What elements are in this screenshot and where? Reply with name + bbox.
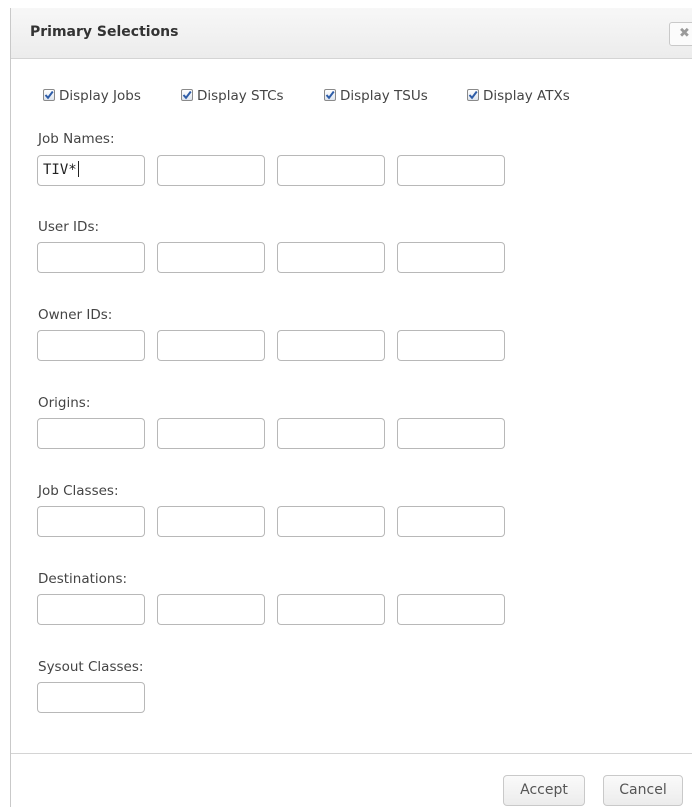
job-name-field-1-value: TIV*	[43, 162, 77, 178]
dialog-footer: Accept Cancel	[11, 753, 692, 807]
job-name-field-3[interactable]	[277, 155, 385, 186]
display-jobs-label: Display Jobs	[59, 88, 141, 104]
origin-field-3[interactable]	[277, 418, 385, 449]
user-id-field-2[interactable]	[157, 242, 265, 273]
origin-field-4[interactable]	[397, 418, 505, 449]
destination-field-1[interactable]	[37, 594, 145, 625]
job-name-field-1[interactable]: TIV*	[37, 155, 145, 186]
destination-field-3[interactable]	[277, 594, 385, 625]
destination-field-2[interactable]	[157, 594, 265, 625]
checkbox-checked-icon	[324, 89, 336, 101]
owner-id-field-3[interactable]	[277, 330, 385, 361]
sysout-class-field-1[interactable]	[37, 682, 145, 713]
sysout-classes-label: Sysout Classes:	[38, 659, 144, 675]
job-class-field-4[interactable]	[397, 506, 505, 537]
close-icon[interactable]: ✖	[669, 22, 692, 46]
primary-selections-dialog: Primary Selections ✖ Display Jobs Displa…	[10, 8, 692, 807]
origin-field-1[interactable]	[37, 418, 145, 449]
display-tsus-label: Display TSUs	[340, 88, 428, 104]
job-names-label: Job Names:	[38, 131, 115, 147]
destination-field-4[interactable]	[397, 594, 505, 625]
owner-id-field-2[interactable]	[157, 330, 265, 361]
dialog-title-bar[interactable]: Primary Selections	[11, 8, 692, 59]
display-atxs-label: Display ATXs	[483, 88, 570, 104]
text-cursor	[77, 161, 79, 177]
dialog-title: Primary Selections	[30, 24, 179, 40]
job-name-field-4[interactable]	[397, 155, 505, 186]
user-id-field-1[interactable]	[37, 242, 145, 273]
job-class-field-2[interactable]	[157, 506, 265, 537]
origins-label: Origins:	[38, 395, 91, 411]
job-class-field-3[interactable]	[277, 506, 385, 537]
user-id-field-3[interactable]	[277, 242, 385, 273]
user-id-field-4[interactable]	[397, 242, 505, 273]
cancel-button[interactable]: Cancel	[603, 775, 683, 806]
owner-id-field-1[interactable]	[37, 330, 145, 361]
owner-ids-label: Owner IDs:	[38, 307, 113, 323]
display-stcs-label: Display STCs	[197, 88, 284, 104]
accept-button[interactable]: Accept	[503, 775, 585, 806]
job-name-field-2[interactable]	[157, 155, 265, 186]
checkbox-checked-icon	[181, 89, 193, 101]
user-ids-label: User IDs:	[38, 219, 100, 235]
owner-id-field-4[interactable]	[397, 330, 505, 361]
origin-field-2[interactable]	[157, 418, 265, 449]
checkbox-checked-icon	[467, 89, 479, 101]
destinations-label: Destinations:	[38, 571, 128, 587]
job-class-field-1[interactable]	[37, 506, 145, 537]
checkbox-checked-icon	[43, 89, 55, 101]
job-classes-label: Job Classes:	[38, 483, 119, 499]
